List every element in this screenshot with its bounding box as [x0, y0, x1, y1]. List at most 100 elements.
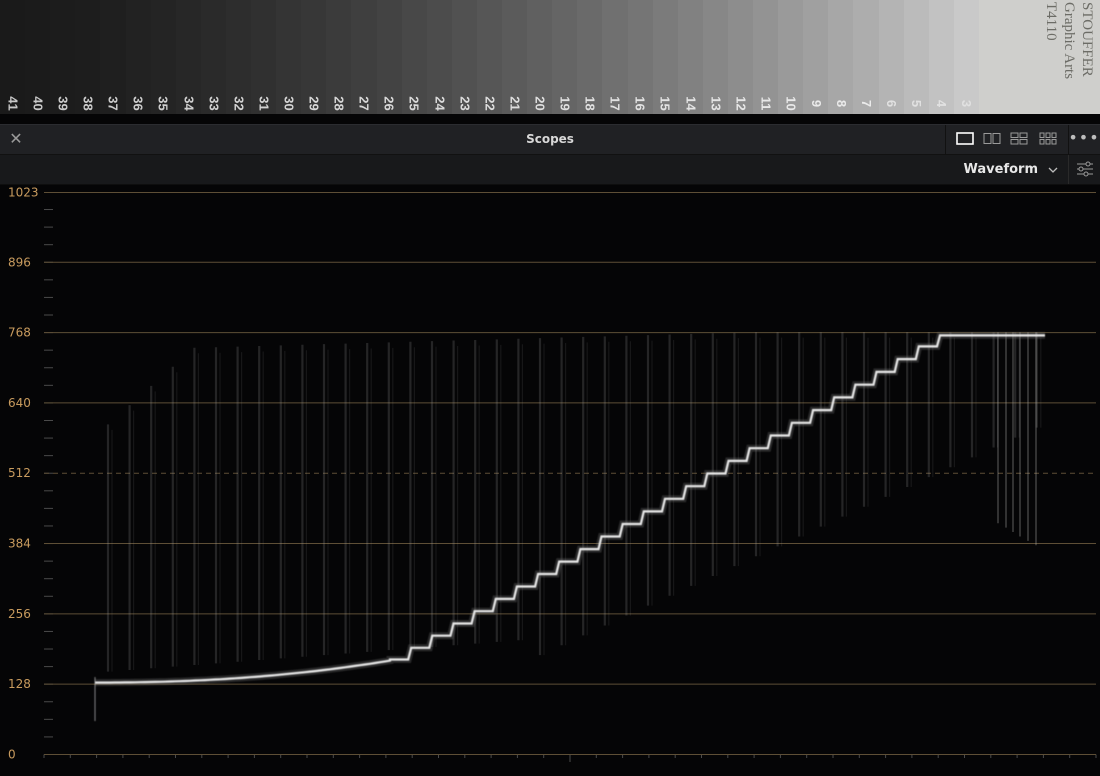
patch-number: 6 — [884, 99, 900, 108]
patch-number: 31 — [256, 96, 272, 111]
y-axis-labels: 0 128 256 384 512 640 768 896 1023 — [8, 186, 39, 762]
panel-title: Scopes — [526, 132, 574, 146]
patch-number: 28 — [331, 96, 347, 111]
y-tick-label: 256 — [8, 607, 31, 621]
patch-number: 19 — [557, 96, 573, 111]
y-tick-label: 896 — [8, 255, 31, 269]
patch-number: 33 — [206, 96, 222, 111]
six-up-layout-icon[interactable] — [1039, 132, 1057, 145]
step-patch: 40 — [25, 0, 52, 114]
step-patch: 38 — [75, 0, 102, 114]
patch-number: 15 — [658, 96, 674, 111]
patch-number: 40 — [30, 96, 46, 111]
sliders-icon[interactable] — [1068, 155, 1100, 184]
close-icon[interactable]: ✕ — [8, 129, 24, 149]
step-patch: 16 — [627, 0, 654, 114]
patch-number: 20 — [532, 96, 548, 111]
patch-number: 35 — [156, 96, 172, 111]
step-patch: 19 — [552, 0, 579, 114]
brand-line-1: STOUFFER — [1079, 2, 1095, 77]
patch-number: 18 — [582, 96, 598, 111]
patch-number: 26 — [382, 96, 398, 111]
y-tick-label: 768 — [8, 326, 31, 340]
patch-number: 7 — [858, 99, 874, 108]
scopes-panel-header: ✕ Scopes ••• — [0, 124, 1100, 155]
step-patch: 15 — [652, 0, 679, 114]
step-patch: 41 — [0, 0, 27, 114]
scope-type-label: Waveform — [963, 162, 1038, 177]
patch-number: 3 — [959, 99, 975, 108]
layout-buttons — [945, 125, 1069, 154]
patch-number: 29 — [306, 96, 322, 111]
patch-number: 34 — [181, 96, 197, 111]
patch-number: 25 — [407, 96, 423, 111]
patch-number: 36 — [131, 96, 147, 111]
scope-type-dropdown[interactable]: Waveform — [964, 159, 1064, 181]
step-patch: 22 — [476, 0, 503, 114]
patch-number: 41 — [5, 96, 21, 111]
brand-line-3: T4110 — [1043, 2, 1059, 41]
scope-toolbar: Waveform — [0, 155, 1100, 185]
step-patch: 12 — [727, 0, 754, 114]
step-patch: 31 — [251, 0, 278, 114]
chevron-down-icon — [1048, 167, 1058, 173]
single-layout-icon[interactable] — [956, 132, 974, 145]
patch-number: 21 — [507, 96, 523, 111]
y-tick-label: 0 — [8, 748, 16, 762]
step-patch: 9 — [803, 0, 830, 114]
step-patch: 14 — [677, 0, 704, 114]
step-wedge-image: 41 40 39 38 37 36 35 34 33 32 31 30 29 28 27 26 25 24 23 22… — [0, 0, 1100, 114]
step-patch: 27 — [351, 0, 378, 114]
patch-number: 23 — [457, 96, 473, 111]
patch-number: 12 — [733, 96, 749, 111]
step-patch: 35 — [150, 0, 177, 114]
step-patch: 4 — [928, 0, 955, 114]
step-patch: 8 — [828, 0, 855, 114]
step-patch: 17 — [602, 0, 629, 114]
step-patch: 37 — [100, 0, 127, 114]
y-tick-label: 128 — [8, 677, 31, 691]
patch-number: 39 — [55, 96, 71, 111]
patch-number: 11 — [758, 96, 774, 111]
patch-number: 8 — [833, 99, 849, 108]
waveform-grid — [44, 192, 1096, 755]
step-patch: 23 — [451, 0, 478, 114]
patch-number: 4 — [934, 99, 950, 108]
step-patch: 11 — [753, 0, 780, 114]
step-patch: 18 — [577, 0, 604, 114]
step-patch: 36 — [125, 0, 152, 114]
patch-number: 17 — [607, 96, 623, 111]
more-options-icon[interactable]: ••• — [1068, 125, 1100, 154]
step-patch: 3 — [953, 0, 980, 114]
patch-number: 10 — [783, 96, 799, 111]
step-patch: 29 — [301, 0, 328, 114]
step-patch: 33 — [200, 0, 227, 114]
waveform-display[interactable]: 0 128 256 384 512 640 768 896 1023 — [0, 185, 1100, 776]
step-patch: 21 — [502, 0, 529, 114]
step-patch: 24 — [426, 0, 453, 114]
waveform-spikes — [106, 332, 1042, 672]
quad-layout-icon[interactable] — [1010, 132, 1028, 145]
step-patch: 6 — [878, 0, 905, 114]
patch-number: 14 — [683, 96, 699, 111]
patch-number: 27 — [356, 96, 372, 111]
waveform-graph: 0 128 256 384 512 640 768 896 1023 — [8, 186, 1097, 762]
dual-layout-icon[interactable] — [983, 132, 1001, 145]
step-patch: 10 — [778, 0, 805, 114]
step-patch: 5 — [903, 0, 930, 114]
step-patch: 30 — [276, 0, 303, 114]
y-tick-label: 1023 — [8, 186, 39, 200]
y-tick-label: 384 — [8, 537, 31, 551]
patch-number: 38 — [80, 96, 96, 111]
step-patch: 28 — [326, 0, 353, 114]
patch-number: 32 — [231, 96, 247, 111]
patch-number: 37 — [105, 96, 121, 111]
step-patch: 32 — [225, 0, 252, 114]
brand-line-2: Graphic Arts — [1061, 2, 1077, 80]
patch-number: 24 — [432, 96, 448, 111]
y-tick-label: 640 — [8, 396, 31, 410]
step-patch: 34 — [175, 0, 202, 114]
patch-number: 9 — [808, 99, 824, 108]
step-patch: 25 — [401, 0, 428, 114]
step-patch: 20 — [527, 0, 554, 114]
